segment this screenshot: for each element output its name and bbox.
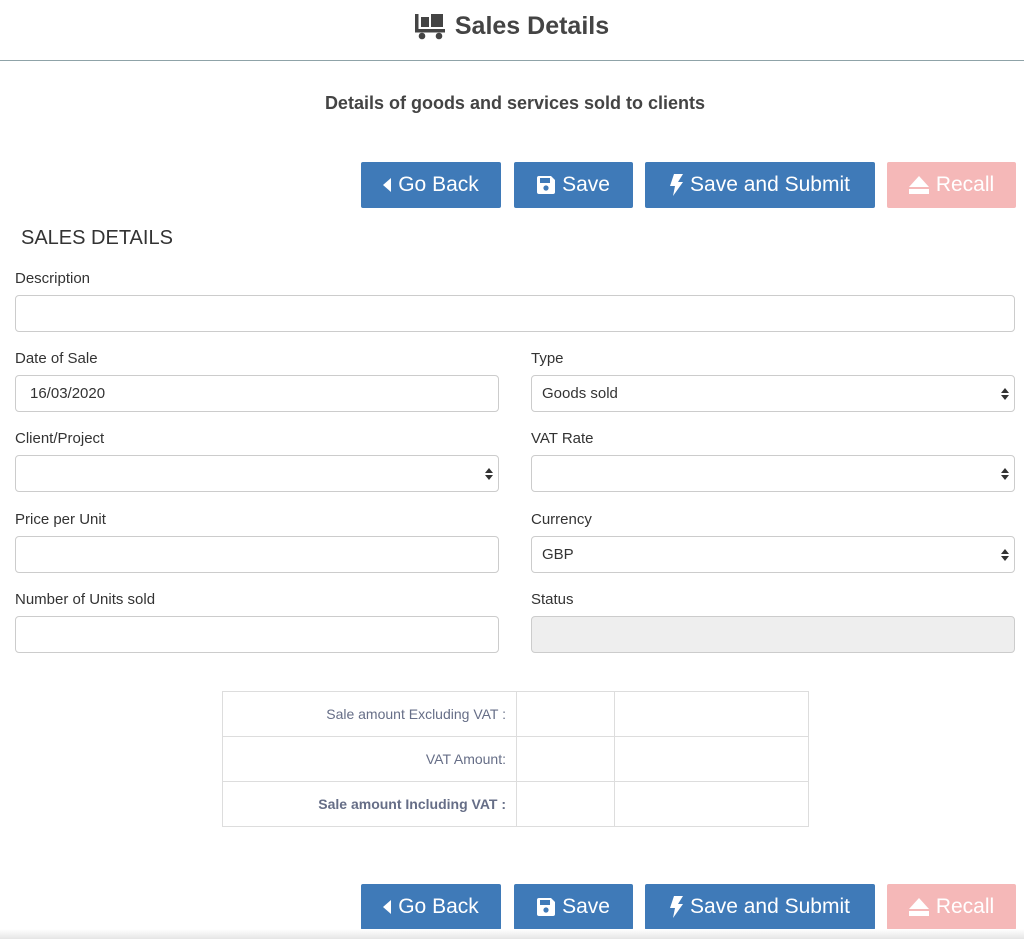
select-arrows-icon	[1001, 468, 1009, 480]
price-per-unit-input[interactable]	[15, 536, 499, 573]
client-project-select[interactable]	[15, 455, 499, 492]
table-row: Sale amount Excluding VAT :	[222, 691, 809, 737]
save-button[interactable]: Save	[514, 884, 633, 930]
totals-label: VAT Amount:	[222, 736, 517, 782]
save-button[interactable]: Save	[514, 162, 633, 208]
floppy-disk-icon	[537, 176, 556, 194]
scroll-fade	[0, 929, 1024, 939]
totals-label: Sale amount Including VAT :	[222, 781, 517, 827]
totals-value	[614, 736, 809, 782]
totals-table: Sale amount Excluding VAT : VAT Amount: …	[222, 691, 809, 827]
status-field	[531, 616, 1015, 653]
table-row: Sale amount Including VAT :	[222, 781, 809, 827]
caret-left-icon	[383, 178, 392, 192]
date-of-sale-input[interactable]	[15, 375, 499, 412]
page-subtitle: Details of goods and services sold to cl…	[324, 93, 706, 113]
lightning-bolt-icon	[670, 896, 684, 918]
date-of-sale-label: Date of Sale	[15, 350, 98, 367]
totals-value	[614, 691, 809, 737]
type-select[interactable]: Goods sold	[531, 375, 1015, 412]
recall-button[interactable]: Recall	[887, 884, 1016, 930]
select-arrows-icon	[1001, 388, 1009, 400]
currency-select-value: GBP	[542, 546, 574, 563]
totals-value	[516, 781, 615, 827]
floppy-disk-icon	[537, 898, 556, 916]
totals-value	[614, 781, 809, 827]
page-title: Sales Details	[414, 11, 610, 41]
units-sold-label: Number of Units sold	[15, 591, 156, 608]
units-sold-input[interactable]	[15, 616, 499, 653]
caret-left-icon	[383, 900, 392, 914]
eject-icon	[908, 176, 929, 194]
totals-value	[516, 736, 615, 782]
recall-button[interactable]: Recall	[887, 162, 1016, 208]
dolly-icon	[414, 12, 447, 40]
page-header: Sales Details	[0, 0, 1024, 61]
type-select-value: Goods sold	[542, 385, 618, 402]
currency-select[interactable]: GBP	[531, 536, 1015, 573]
eject-icon	[908, 898, 929, 916]
action-bar-top: Go Back Save Save and Submit Recall	[361, 162, 1016, 208]
save-and-submit-button[interactable]: Save and Submit	[645, 884, 875, 930]
section-title: SALES DETAILS	[21, 227, 173, 249]
save-and-submit-button[interactable]: Save and Submit	[645, 162, 875, 208]
select-arrows-icon	[1001, 549, 1009, 561]
totals-value	[516, 691, 615, 737]
go-back-button[interactable]: Go Back	[361, 884, 501, 930]
table-row: VAT Amount:	[222, 736, 809, 782]
status-label: Status	[531, 591, 574, 608]
client-project-label: Client/Project	[15, 430, 105, 447]
action-bar-bottom: Go Back Save Save and Submit Recall	[361, 884, 1016, 930]
select-arrows-icon	[485, 468, 493, 480]
page-title-text: Sales Details	[454, 11, 610, 40]
vat-rate-label: VAT Rate	[531, 430, 594, 447]
go-back-button[interactable]: Go Back	[361, 162, 501, 208]
lightning-bolt-icon	[670, 174, 684, 196]
type-label: Type	[531, 350, 564, 367]
price-per-unit-label: Price per Unit	[15, 511, 106, 528]
description-label: Description	[15, 270, 91, 287]
currency-label: Currency	[531, 511, 592, 528]
totals-label: Sale amount Excluding VAT :	[222, 691, 517, 737]
vat-rate-select[interactable]	[531, 455, 1015, 492]
description-input[interactable]	[15, 295, 1015, 332]
